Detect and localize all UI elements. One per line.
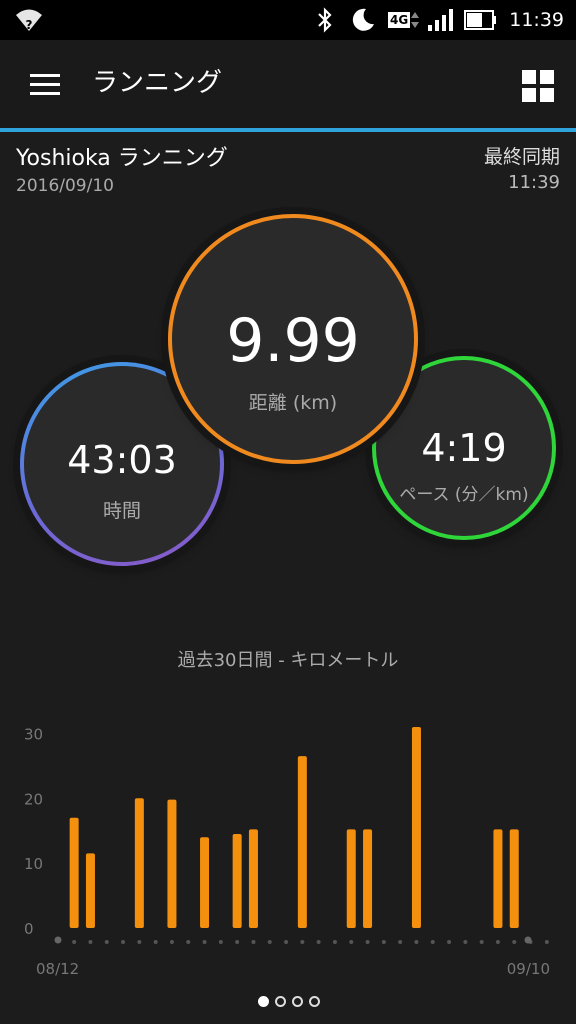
app-bar-accent [0,128,576,132]
chart-bar [167,799,177,928]
y-tick-label: 0 [24,920,34,938]
app-bar: ランニング [0,40,576,128]
moon-icon [348,0,376,40]
chart-bar [69,817,79,928]
y-tick-label: 30 [24,725,43,743]
x-day-dot [495,940,500,944]
hamburger-menu-icon[interactable] [24,66,64,102]
x-day-dot [544,940,549,944]
chart-bar [297,756,307,928]
y-tick-label: 20 [24,790,43,808]
chart-bar [200,837,210,928]
x-day-dot [349,940,354,944]
svg-text:?: ? [26,18,33,32]
x-day-dot [251,940,256,944]
x-day-dot [186,940,191,944]
battery-icon [464,0,498,40]
x-day-dot [284,940,289,944]
chart-bar [493,829,503,928]
page-dot[interactable] [275,996,286,1007]
x-day-dot [218,940,223,944]
chart-bar [134,798,144,928]
x-day-dot [300,940,305,944]
signal-icon [426,0,456,40]
chart-bar [232,833,242,928]
distance-label: 距離 (km) [248,392,338,414]
page-indicator [258,996,320,1007]
bluetooth-icon [316,0,334,40]
x-day-dot [414,940,419,944]
x-day-dot [398,940,403,944]
time-label: 時間 [102,500,141,522]
x-day-dot [430,940,435,944]
y-tick-label: 10 [24,855,43,873]
chart-bar [346,829,356,928]
x-end-dot [524,936,532,944]
pace-label: ペース (分／km) [399,485,529,505]
time-value: 43:03 [67,438,177,482]
page-dot[interactable] [292,996,303,1007]
page-dot[interactable] [309,996,320,1007]
x-day-dot [447,940,452,944]
x-day-dot [169,940,174,944]
chart-bar [85,853,95,928]
x-day-dot [88,940,93,944]
x-day-dot [137,940,142,944]
x-day-dot [72,940,77,944]
x-day-dot [463,940,468,944]
x-day-dot [235,940,240,944]
x-day-dot [202,940,207,944]
x-day-dot [121,940,126,944]
x-axis-label: 08/12 [36,960,79,978]
page-dot[interactable] [258,996,269,1007]
chart-bar [363,829,373,928]
app-title: ランニング [92,68,223,98]
x-day-dot [479,940,484,944]
x-axis-label: 09/10 [507,960,550,978]
status-time: 11:39 [509,9,564,31]
4g-icon: 4G [388,0,420,40]
chart-title: 過去30日間 - キロメートル [177,650,399,671]
device-name: Yoshioka ランニング [16,146,228,171]
x-day-dot [267,940,272,944]
sync-label[interactable]: 最終同期 [484,142,560,169]
network-type: 4G [388,12,411,28]
x-day-dot [512,940,517,944]
x-end-dot [54,936,62,944]
device-date: 2016/09/10 [16,176,114,196]
distance-stat-circle[interactable]: 9.99 距離 (km) [168,214,418,464]
x-day-dot [381,940,386,944]
x-day-dot [316,940,321,944]
chart-bar [248,829,258,928]
chart-bar [411,726,421,928]
chart-bar [509,829,519,928]
x-day-dot [365,940,370,944]
x-day-dot [153,940,158,944]
x-day-dot [104,940,109,944]
wifi-unknown-icon: ? [14,0,44,40]
status-bar: ? 4G 11:39 [0,0,576,40]
x-day-dot [332,940,337,944]
pace-value: 4:19 [421,426,507,470]
grid-icon[interactable] [518,66,558,106]
distance-value: 9.99 [226,306,360,376]
sync-time: 11:39 [508,172,560,193]
distance-bar-chart: 0 10 20 30 08/12 09/10 [24,725,550,978]
